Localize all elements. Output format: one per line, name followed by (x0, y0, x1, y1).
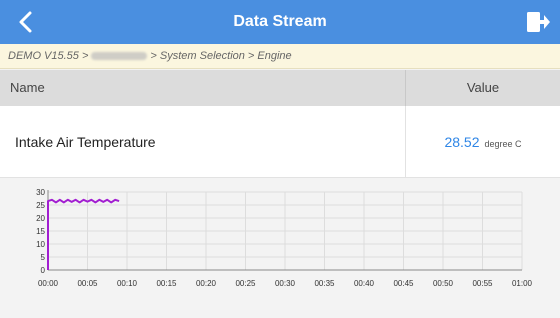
column-header-name: Name (0, 70, 406, 106)
x-tick-label: 01:00 (512, 279, 533, 288)
y-tick-label: 30 (36, 188, 45, 197)
x-tick-label: 00:05 (77, 279, 98, 288)
data-row-value[interactable]: 28.52 degree C (406, 106, 560, 178)
data-row-name[interactable]: Intake Air Temperature (0, 106, 406, 178)
page-title: Data Stream (233, 13, 327, 30)
redacted-vehicle-name (91, 52, 148, 61)
x-tick-label: 00:10 (117, 279, 138, 288)
y-tick-label: 10 (36, 240, 45, 249)
y-tick-label: 0 (41, 266, 46, 275)
breadcrumb-prefix: DEMO V15.55 > (8, 50, 89, 62)
column-header-value: Value (406, 70, 560, 106)
x-tick-label: 00:20 (196, 279, 217, 288)
x-tick-label: 00:40 (354, 279, 375, 288)
breadcrumb: DEMO V15.55 > > System Selection > Engine (0, 44, 560, 69)
line-chart: 00:00 00:05 00:10 00:15 00:20 00:25 00:30 00:35… (8, 180, 552, 304)
exit-button[interactable] (524, 9, 550, 35)
value-unit: degree C (484, 139, 522, 149)
x-tick-label: 00:35 (314, 279, 335, 288)
x-tick-label: 00:55 (472, 279, 493, 288)
x-tick-label: 00:50 (433, 279, 454, 288)
x-tick-label: 00:00 (38, 279, 59, 288)
breadcrumb-suffix: > System Selection > Engine (150, 50, 292, 62)
x-tick-label: 00:45 (393, 279, 414, 288)
x-tick-label: 00:30 (275, 279, 296, 288)
x-tick-label: 00:15 (156, 279, 177, 288)
y-tick-label: 20 (36, 214, 45, 223)
value-number: 28.52 (444, 134, 480, 150)
x-tick-label: 00:25 (235, 279, 256, 288)
y-tick-label: 25 (36, 201, 45, 210)
y-tick-label: 5 (41, 253, 46, 262)
y-tick-label: 15 (36, 227, 45, 236)
exit-icon (527, 12, 550, 32)
chart-area: 00:00 00:05 00:10 00:15 00:20 00:25 00:30 00:35… (0, 178, 560, 313)
app-header: Data Stream (0, 0, 560, 44)
